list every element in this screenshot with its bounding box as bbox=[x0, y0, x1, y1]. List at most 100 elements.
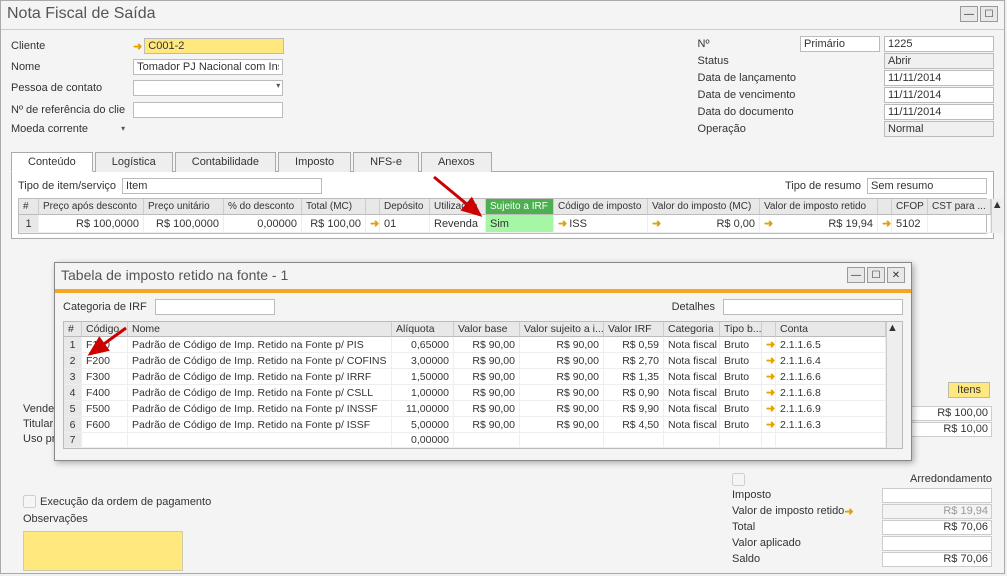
cell-unit[interactable]: R$ 100,0000 bbox=[144, 215, 224, 233]
irf-cell-aliq[interactable]: 3,00000 bbox=[392, 353, 454, 369]
itens-button[interactable]: Itens bbox=[948, 382, 990, 398]
cell-total[interactable]: R$ 100,00 bbox=[302, 215, 366, 233]
irf-cell-irf[interactable]: R$ 0,90 bbox=[604, 385, 664, 401]
tipo-item-select[interactable] bbox=[122, 178, 322, 194]
irf-col-conta[interactable]: Conta bbox=[776, 322, 886, 337]
irf-cell-cod[interactable]: F400 bbox=[82, 385, 128, 401]
irf-cell-irf[interactable]: R$ 1,35 bbox=[604, 369, 664, 385]
tab-contabilidade[interactable]: Contabilidade bbox=[175, 152, 276, 172]
irf-cell-cod[interactable]: F500 bbox=[82, 401, 128, 417]
irf-cell-arrow[interactable]: ➜ bbox=[762, 417, 776, 433]
irf-col-valorsuj[interactable]: Valor sujeito a i... bbox=[520, 322, 604, 337]
link-arrow-icon[interactable]: ➜ bbox=[766, 418, 775, 431]
irf-row[interactable]: 5F500Padrão de Código de Imp. Retido na … bbox=[64, 401, 886, 417]
minimize-button[interactable]: — bbox=[960, 6, 978, 22]
venc-input[interactable] bbox=[884, 87, 994, 103]
irf-cell-nome[interactable]: Padrão de Código de Imp. Retido na Fonte… bbox=[128, 417, 392, 433]
cat-irf-input[interactable] bbox=[155, 299, 275, 315]
col-valor-imposto[interactable]: Valor do imposto (MC) bbox=[648, 199, 760, 215]
tab-imposto[interactable]: Imposto bbox=[278, 152, 351, 172]
num-serie-select[interactable] bbox=[800, 36, 880, 52]
aplic-val[interactable] bbox=[882, 536, 992, 551]
irf-row[interactable]: 7 0,00000 bbox=[64, 433, 886, 448]
irf-cell-nome[interactable]: Padrão de Código de Imp. Retido na Fonte… bbox=[128, 353, 392, 369]
irf-cell-tipo[interactable]: Bruto bbox=[720, 353, 762, 369]
irf-cell-arrow[interactable] bbox=[762, 433, 776, 448]
link-arrow-icon[interactable]: ➜ bbox=[844, 505, 853, 518]
irf-cell-cod[interactable] bbox=[82, 433, 128, 448]
col-desconto[interactable]: % do desconto bbox=[224, 199, 302, 215]
irf-cell-arrow[interactable]: ➜ bbox=[762, 385, 776, 401]
link-arrow-icon[interactable]: ➜ bbox=[652, 217, 661, 230]
link-arrow-icon[interactable]: ➜ bbox=[766, 370, 775, 383]
irf-cell-tipo[interactable]: Bruto bbox=[720, 417, 762, 433]
link-arrow-icon[interactable]: ➜ bbox=[882, 217, 891, 230]
link-arrow-icon[interactable]: ➜ bbox=[558, 217, 567, 230]
irf-cell-cat[interactable]: Nota fiscal bbox=[664, 401, 720, 417]
irf-cell-arrow[interactable]: ➜ bbox=[762, 369, 776, 385]
cell-valimp[interactable]: ➜R$ 0,00 bbox=[648, 215, 760, 233]
maximize-button[interactable]: ☐ bbox=[980, 6, 998, 22]
lanc-input[interactable] bbox=[884, 70, 994, 86]
col-cod-imposto[interactable]: Código de imposto bbox=[554, 199, 648, 215]
modal-close-button[interactable]: ✕ bbox=[887, 267, 905, 283]
irf-row-num[interactable]: 2 bbox=[64, 353, 82, 369]
cell-cod[interactable]: ➜ISS bbox=[554, 215, 648, 233]
irf-row-num[interactable]: 5 bbox=[64, 401, 82, 417]
irf-cell-cat[interactable]: Nota fiscal bbox=[664, 337, 720, 353]
irf-cell-arrow[interactable]: ➜ bbox=[762, 337, 776, 353]
irf-col-categoria[interactable]: Categoria bbox=[664, 322, 720, 337]
irf-cell-arrow[interactable]: ➜ bbox=[762, 353, 776, 369]
link-arrow-icon[interactable]: ➜ bbox=[766, 386, 775, 399]
ref-input[interactable] bbox=[133, 102, 283, 118]
col-cst[interactable]: CST para ... bbox=[928, 199, 991, 215]
detalhes-input[interactable] bbox=[723, 299, 903, 315]
irf-cell-tipo[interactable]: Bruto bbox=[720, 385, 762, 401]
irf-col-valorbase[interactable]: Valor base bbox=[454, 322, 520, 337]
irf-cell-suj[interactable]: R$ 90,00 bbox=[520, 385, 604, 401]
irf-cell-suj[interactable]: R$ 90,00 bbox=[520, 417, 604, 433]
irf-cell-irf[interactable]: R$ 4,50 bbox=[604, 417, 664, 433]
irf-row[interactable]: 6F600Padrão de Código de Imp. Retido na … bbox=[64, 417, 886, 433]
irf-cell-nome[interactable]: Padrão de Código de Imp. Retido na Fonte… bbox=[128, 369, 392, 385]
contato-select[interactable] bbox=[133, 80, 283, 96]
col-cfop[interactable]: CFOP bbox=[892, 199, 928, 215]
modal-maximize-button[interactable]: ☐ bbox=[867, 267, 885, 283]
irf-cell-conta[interactable]: 2.1.1.6.9 bbox=[776, 401, 886, 417]
irf-cell-suj[interactable]: R$ 90,00 bbox=[520, 369, 604, 385]
link-arrow-icon[interactable]: ➜ bbox=[370, 217, 379, 230]
irf-cell-arrow[interactable]: ➜ bbox=[762, 401, 776, 417]
irf-cell-irf[interactable]: R$ 9,90 bbox=[604, 401, 664, 417]
irf-cell-irf[interactable]: R$ 2,70 bbox=[604, 353, 664, 369]
col-deposito[interactable]: Depósito bbox=[380, 199, 430, 215]
num-input[interactable] bbox=[884, 36, 994, 52]
irf-cell-tipo[interactable]: Bruto bbox=[720, 369, 762, 385]
tab-nfse[interactable]: NFS-e bbox=[353, 152, 419, 172]
tab-conteudo[interactable]: Conteúdo bbox=[11, 152, 93, 172]
irf-cell-aliq[interactable]: 11,00000 bbox=[392, 401, 454, 417]
irf-cell-suj[interactable]: R$ 90,00 bbox=[520, 401, 604, 417]
irf-cell-aliq[interactable]: 1,50000 bbox=[392, 369, 454, 385]
col-valor-retido[interactable]: Valor de imposto retido bbox=[760, 199, 878, 215]
link-arrow-icon[interactable]: ➜ bbox=[764, 217, 773, 230]
link-arrow-icon[interactable]: ➜ bbox=[766, 354, 775, 367]
irf-row-num[interactable]: 3 bbox=[64, 369, 82, 385]
moeda-label[interactable]: Moeda corrente bbox=[11, 123, 129, 135]
col-total[interactable]: Total (MC) bbox=[302, 199, 366, 215]
irf-col-nome[interactable]: Nome bbox=[128, 322, 392, 337]
items-grid-row[interactable]: 1 R$ 100,0000 R$ 100,0000 0,00000 R$ 100… bbox=[19, 215, 991, 233]
irf-cell-suj[interactable]: R$ 90,00 bbox=[520, 337, 604, 353]
cell-irf[interactable]: Sim bbox=[486, 215, 554, 233]
irf-cell-aliq[interactable]: 0,00000 bbox=[392, 433, 454, 448]
cell-desc[interactable]: 0,00000 bbox=[224, 215, 302, 233]
irf-cell-conta[interactable] bbox=[776, 433, 886, 448]
modal-title-bar[interactable]: Tabela de imposto retido na fonte - 1 — … bbox=[55, 263, 911, 289]
irf-row[interactable]: 2F200Padrão de Código de Imp. Retido na … bbox=[64, 353, 886, 369]
irf-cell-tipo[interactable]: Bruto bbox=[720, 401, 762, 417]
irf-cell-irf[interactable]: R$ 0,59 bbox=[604, 337, 664, 353]
irf-cell-cod[interactable]: F200 bbox=[82, 353, 128, 369]
irf-row-num[interactable]: 7 bbox=[64, 433, 82, 448]
irf-cell-aliq[interactable]: 5,00000 bbox=[392, 417, 454, 433]
irf-cell-conta[interactable]: 2.1.1.6.5 bbox=[776, 337, 886, 353]
exec-ordem-checkbox[interactable]: Execução da ordem de pagamento bbox=[23, 495, 211, 508]
